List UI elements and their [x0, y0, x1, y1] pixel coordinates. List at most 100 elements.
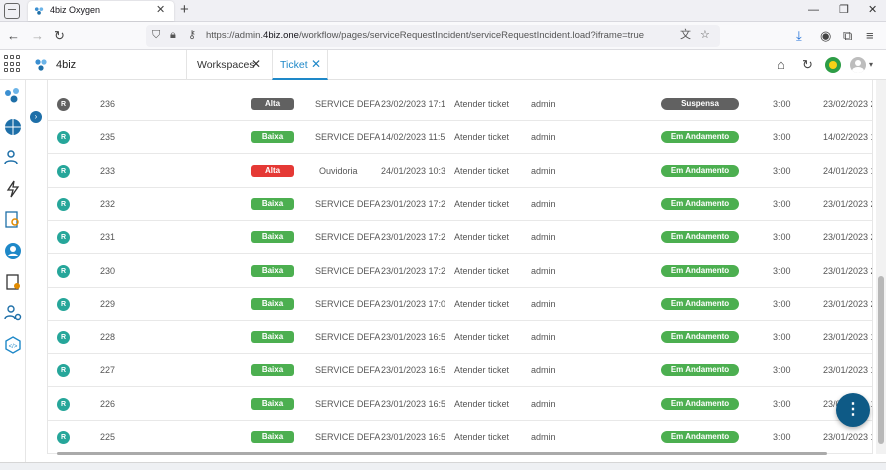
table-row[interactable]: R Alta Suspensa 236 SERVICE DEFA 23/02/2023 1…: [48, 88, 872, 121]
request-type-badge: R: [57, 98, 70, 111]
user-avatar[interactable]: [850, 57, 866, 73]
lightning-icon[interactable]: [3, 179, 23, 199]
close-ticket-tab-icon[interactable]: ✕: [311, 57, 321, 71]
address-bar[interactable]: ⛉ 🔒︎ ⚷ https://admin.4biz.one/workflow/p…: [146, 25, 720, 47]
home-icon[interactable]: ⌂: [777, 57, 785, 73]
ticket-user: admin: [531, 198, 556, 209]
close-tab-icon[interactable]: ✕: [156, 4, 165, 17]
more-actions-button[interactable]: ⋮: [836, 393, 870, 427]
forward-arrow-icon[interactable]: →: [31, 28, 44, 43]
chevron-down-icon[interactable]: ▾: [869, 60, 873, 69]
status-badge: Em Andamento: [661, 164, 739, 177]
vertical-scrollbar[interactable]: [876, 80, 886, 454]
ticket-sla: 3:00: [773, 298, 791, 309]
lock-icon[interactable]: 🔒︎: [170, 29, 176, 42]
ticket-user: admin: [531, 398, 556, 409]
ticket-user: admin: [531, 99, 556, 109]
reload-icon[interactable]: ↻: [54, 28, 65, 43]
table-row[interactable]: R Baixa Em Andamento 235 SERVICE DEFA 14/02/2…: [48, 121, 872, 155]
code-icon[interactable]: </>: [3, 335, 23, 355]
search-document-icon[interactable]: [3, 210, 23, 230]
request-type-badge: R: [57, 431, 70, 444]
bookmark-star-icon[interactable]: ☆: [700, 29, 710, 42]
ticket-deadline: 23/01/2023 19: [823, 432, 872, 442]
table-row[interactable]: R Baixa Em Andamento 227 SERVICE DEFA 23/01/2…: [48, 354, 872, 388]
ticket-task: Atender ticket: [454, 432, 510, 442]
ticket-id: 226: [100, 398, 116, 409]
translate-icon[interactable]: 文: [680, 29, 691, 42]
back-arrow-icon[interactable]: ←: [7, 28, 20, 43]
request-type-badge: R: [57, 297, 70, 311]
tab-workspaces[interactable]: Workspaces ✕: [186, 50, 272, 80]
taskbar: [0, 462, 886, 470]
4biz-logo-icon: [35, 59, 47, 71]
priority-badge: Alta: [251, 164, 294, 177]
window-close-icon[interactable]: ✕: [868, 3, 877, 17]
tab-ticket[interactable]: Ticket ✕: [272, 50, 328, 80]
extensions-icon[interactable]: ⧉: [843, 28, 852, 43]
ticket-id: 236: [100, 99, 116, 109]
user-circle-icon[interactable]: [3, 241, 23, 261]
table-row[interactable]: R Baixa Em Andamento 231 SERVICE DEFA 23/01/2…: [48, 221, 872, 255]
tab-list-icon[interactable]: [4, 3, 20, 19]
priority-badge: Baixa: [251, 431, 294, 443]
request-type-badge: R: [57, 264, 70, 278]
globe-icon[interactable]: [3, 117, 23, 137]
refresh-icon[interactable]: ↻: [802, 57, 813, 73]
ticket-task: Atender ticket: [454, 398, 510, 409]
request-type-badge: R: [57, 397, 70, 411]
table-row[interactable]: R Baixa Em Andamento 232 SERVICE DEFA 23/01/2…: [48, 188, 872, 221]
users-icon[interactable]: [3, 148, 23, 168]
user-settings-icon[interactable]: [3, 303, 23, 323]
browser-tab-strip: 4biz Oxygen ✕ + — ❐ ✕: [0, 0, 886, 22]
ticket-date: 23/01/2023 16:5: [381, 332, 445, 343]
table-row[interactable]: R Baixa Em Andamento 229 SERVICE DEFA 23/01/2…: [48, 288, 872, 321]
table-row[interactable]: R Baixa Em Andamento 228 SERVICE DEFA 23/01/2…: [48, 321, 872, 355]
horizontal-scrollbar[interactable]: [57, 452, 827, 455]
ticket-id: 227: [100, 365, 116, 376]
table-row[interactable]: R Baixa Em Andamento 225 SERVICE DEFA 23/01/2…: [48, 421, 872, 454]
url-text[interactable]: https://admin.4biz.one/workflow/pages/se…: [206, 30, 644, 41]
ticket-sla: 3:00: [773, 265, 791, 276]
ticket-sla: 3:00: [773, 365, 791, 376]
ticket-id: 233: [100, 165, 116, 176]
ticket-group: SERVICE DEFA: [315, 132, 381, 143]
ticket-task: Atender ticket: [454, 198, 510, 209]
table-row[interactable]: R Baixa Em Andamento 230 SERVICE DEFA 23/01/2…: [48, 255, 872, 288]
ticket-user: admin: [531, 365, 556, 376]
ticket-id: 235: [100, 132, 116, 143]
account-icon[interactable]: ◉: [820, 28, 831, 43]
ticket-date: 14/02/2023 11:5: [381, 132, 445, 143]
shield-icon[interactable]: ⛉: [152, 29, 160, 42]
sidebar-expand-button[interactable]: ›: [30, 111, 42, 123]
ticket-user: admin: [531, 298, 556, 309]
ticket-group: SERVICE DEFA: [315, 432, 381, 442]
restore-icon[interactable]: ❐: [839, 3, 849, 17]
close-workspaces-tab-icon[interactable]: ✕: [251, 57, 261, 71]
ticket-id: 229: [100, 298, 116, 309]
apps-grid-icon[interactable]: [4, 55, 22, 73]
permissions-icon[interactable]: ⚷: [188, 29, 196, 42]
request-type-badge: R: [57, 131, 70, 145]
network-icon[interactable]: [3, 86, 23, 106]
ticket-task: Atender ticket: [454, 232, 510, 243]
request-type-badge: R: [57, 164, 70, 178]
minimize-icon[interactable]: —: [808, 3, 819, 17]
ticket-task: Atender ticket: [454, 332, 510, 343]
table-row[interactable]: R Baixa Em Andamento 226 SERVICE DEFA 23/01/2…: [48, 388, 872, 421]
ticket-user: admin: [531, 165, 556, 176]
table-row[interactable]: R Alta Em Andamento 233 Ouvidoria 24/01/2023 …: [48, 155, 872, 188]
report-icon[interactable]: [3, 272, 23, 292]
left-sidebar: </>: [0, 80, 26, 470]
request-type-badge: R: [57, 231, 70, 245]
ticket-date: 23/01/2023 16:5: [381, 398, 445, 409]
ticket-deadline: 23/02/2023 20: [823, 99, 872, 109]
brazil-flag-icon[interactable]: [825, 57, 841, 73]
new-tab-button[interactable]: +: [180, 2, 189, 18]
ticket-deadline: 23/01/2023 20: [823, 198, 872, 209]
menu-icon[interactable]: ≡: [866, 28, 874, 43]
scrollbar-thumb[interactable]: [878, 276, 884, 444]
browser-tab[interactable]: 4biz Oxygen ✕: [28, 1, 174, 21]
download-icon[interactable]: ⤓: [796, 28, 802, 43]
ticket-task: Atender ticket: [454, 132, 510, 143]
